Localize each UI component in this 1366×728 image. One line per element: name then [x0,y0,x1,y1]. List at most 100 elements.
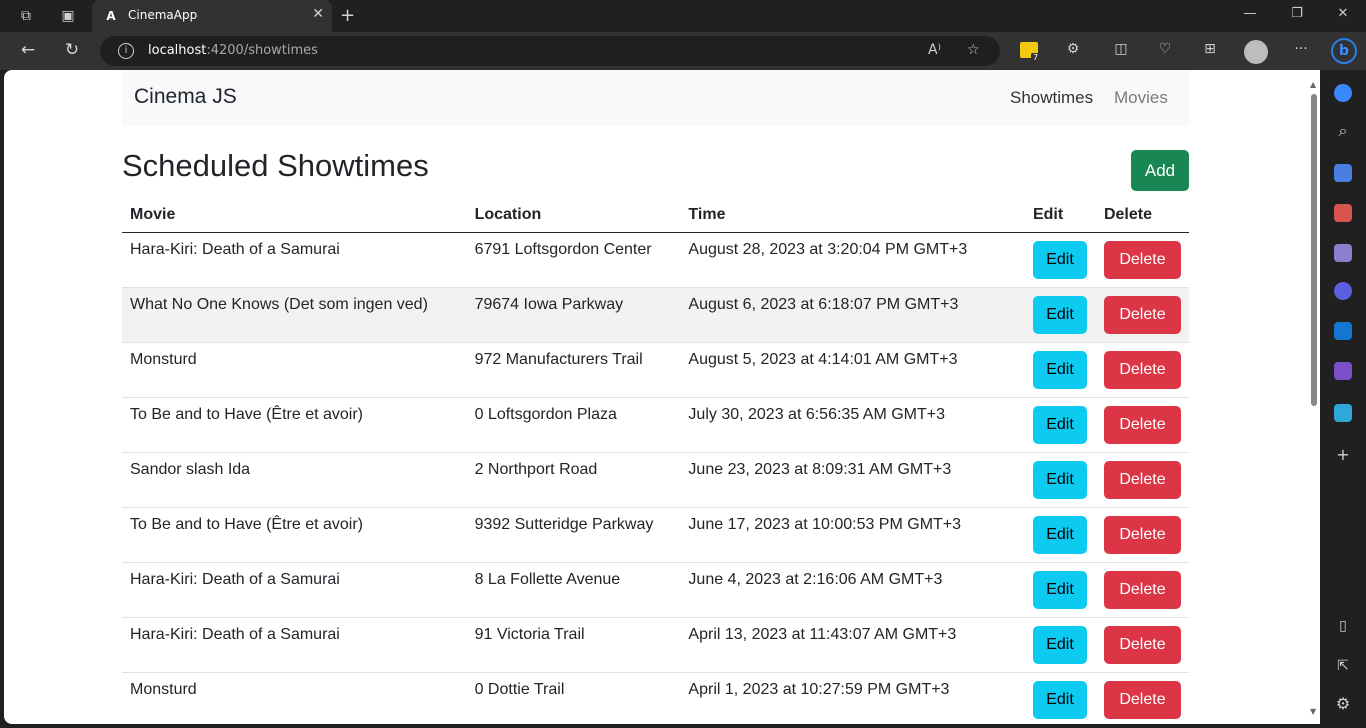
delete-button[interactable]: Delete [1103,460,1181,499]
more-menu-icon[interactable]: ··· [1291,41,1311,61]
edit-button[interactable]: Edit [1032,680,1087,719]
sidebar-settings-icon[interactable]: ⚙ [1334,695,1352,713]
cell-time: June 17, 2023 at 10:00:53 PM GMT+3 [680,507,1025,563]
tools-briefcase-icon[interactable] [1334,204,1352,222]
cell-delete: Delete [1095,397,1189,453]
column-header-location: Location [466,198,681,233]
cell-movie: Hara-Kiri: Death of a Samurai [122,617,467,673]
add-sidebar-app-icon[interactable]: + [1334,446,1352,464]
add-showtime-button[interactable]: Add [1131,150,1189,191]
navbar-brand[interactable]: Cinema JS [134,85,237,109]
open-external-icon[interactable]: ⇱ [1334,657,1352,675]
address-bar[interactable]: i localhost:4200/showtimes A⁾ ☆ [100,36,1000,66]
cell-location: 0 Dottie Trail [466,672,681,724]
cell-edit: Edit [1024,507,1096,563]
nav-link-movies[interactable]: Movies [1114,88,1168,108]
edit-button[interactable]: Edit [1032,350,1087,389]
edit-button[interactable]: Edit [1032,405,1087,444]
shopping-tag-icon[interactable] [1334,164,1352,182]
close-tab-icon[interactable]: ✕ [312,6,324,22]
hide-sidebar-icon[interactable]: ▯ [1334,617,1352,635]
read-aloud-icon[interactable]: A⁾ [928,42,941,58]
table-row: Sandor slash Ida 2 Northport Road June 23,… [122,452,1189,508]
delete-button[interactable]: Delete [1103,570,1181,609]
cell-edit: Edit [1024,617,1096,673]
cell-location: 9392 Sutteridge Parkway [466,507,681,563]
drop-icon[interactable] [1334,404,1352,422]
cell-time: June 23, 2023 at 8:09:31 AM GMT+3 [680,452,1025,508]
delete-button[interactable]: Delete [1103,515,1181,554]
search-icon[interactable]: ⌕ [1334,122,1352,140]
cell-movie: Hara-Kiri: Death of a Samurai [122,562,467,618]
cell-movie: To Be and to Have (Être et avoir) [122,507,467,563]
scrollbar-thumb[interactable] [1311,94,1317,406]
edit-button[interactable]: Edit [1032,570,1087,609]
cell-edit: Edit [1024,342,1096,398]
cell-movie: Monsturd [122,672,467,724]
games-icon[interactable] [1334,244,1352,262]
delete-button[interactable]: Delete [1103,350,1181,389]
nav-link-showtimes[interactable]: Showtimes [1010,88,1093,108]
scroll-down-arrow-icon[interactable]: ▼ [1310,707,1316,716]
cell-delete: Delete [1095,617,1189,673]
refresh-icon[interactable]: ↻ [61,40,83,60]
edit-button[interactable]: Edit [1032,240,1087,279]
bing-copilot-icon[interactable]: b [1331,38,1357,64]
edit-button[interactable]: Edit [1032,460,1087,499]
delete-button[interactable]: Delete [1103,625,1181,664]
split-screen-icon[interactable]: ◫ [1111,41,1131,61]
microsoft365-icon[interactable] [1334,282,1352,300]
cell-delete: Delete [1095,232,1189,288]
edge-sidebar: ⌕ + ▯ ⇱ ⚙ [1320,70,1366,728]
cell-edit: Edit [1024,562,1096,618]
cell-location: 8 La Follette Avenue [466,562,681,618]
minimize-icon[interactable]: — [1240,6,1260,21]
page-scrollbar[interactable]: ▲ ▼ [1309,80,1319,716]
cell-location: 79674 Iowa Parkway [466,287,681,343]
tab-strip: ⧉ ▣ A CinemaApp ✕ + — ❐ ✕ [0,0,1366,32]
table-row: Hara-Kiri: Death of a Samurai 8 La Follet… [122,562,1189,618]
page-viewport: Cinema JS Showtimes Movies Scheduled Sho… [4,70,1320,724]
table-row: Hara-Kiri: Death of a Samurai 91 Victoria… [122,617,1189,673]
delete-button[interactable]: Delete [1103,240,1181,279]
collections-icon[interactable]: ⊞ [1200,41,1220,61]
edit-button[interactable]: Edit [1032,295,1087,334]
table-row: Monsturd 972 Manufacturers Trail August 5,… [122,342,1189,398]
performance-icon[interactable]: ♡ [1155,41,1175,61]
cell-time: April 13, 2023 at 11:43:07 AM GMT+3 [680,617,1025,673]
cell-edit: Edit [1024,672,1096,724]
cell-edit: Edit [1024,232,1096,288]
url-text[interactable]: localhost:4200/showtimes [148,43,318,58]
notifications-icon[interactable] [1334,84,1352,102]
site-info-icon[interactable]: i [118,43,134,59]
tab-title: CinemaApp [128,8,198,22]
delete-button[interactable]: Delete [1103,295,1181,334]
new-tab-icon[interactable]: + [340,5,355,26]
edit-button[interactable]: Edit [1032,625,1087,664]
cell-time: July 30, 2023 at 6:56:35 AM GMT+3 [680,397,1025,453]
table-row: Hara-Kiri: Death of a Samurai 6791 Loftsg… [122,232,1189,288]
scroll-up-arrow-icon[interactable]: ▲ [1310,80,1316,89]
profile-avatar[interactable] [1244,40,1268,64]
browser-tab[interactable]: A CinemaApp ✕ [92,0,332,32]
angular-logo-icon: A [106,9,116,23]
delete-button[interactable]: Delete [1103,405,1181,444]
designer-icon[interactable] [1334,362,1352,380]
cell-time: August 28, 2023 at 3:20:04 PM GMT+3 [680,232,1025,288]
close-window-icon[interactable]: ✕ [1333,6,1353,21]
outlook-icon[interactable] [1334,322,1352,340]
cell-time: June 4, 2023 at 2:16:06 AM GMT+3 [680,562,1025,618]
extensions-icon[interactable]: ⚙ [1063,41,1083,61]
favorite-star-icon[interactable]: ☆ [967,42,980,58]
cell-location: 0 Loftsgordon Plaza [466,397,681,453]
column-header-edit: Edit [1024,198,1096,233]
workspaces-icon[interactable]: ⧉ [16,6,36,26]
edit-button[interactable]: Edit [1032,515,1087,554]
tab-actions-icon[interactable]: ▣ [58,6,78,26]
cell-movie: Sandor slash Ida [122,452,467,508]
column-header-time: Time [680,198,1025,233]
restore-icon[interactable]: ❐ [1287,6,1307,21]
cell-movie: To Be and to Have (Être et avoir) [122,397,467,453]
delete-button[interactable]: Delete [1103,680,1181,719]
back-icon[interactable]: ← [17,40,39,60]
